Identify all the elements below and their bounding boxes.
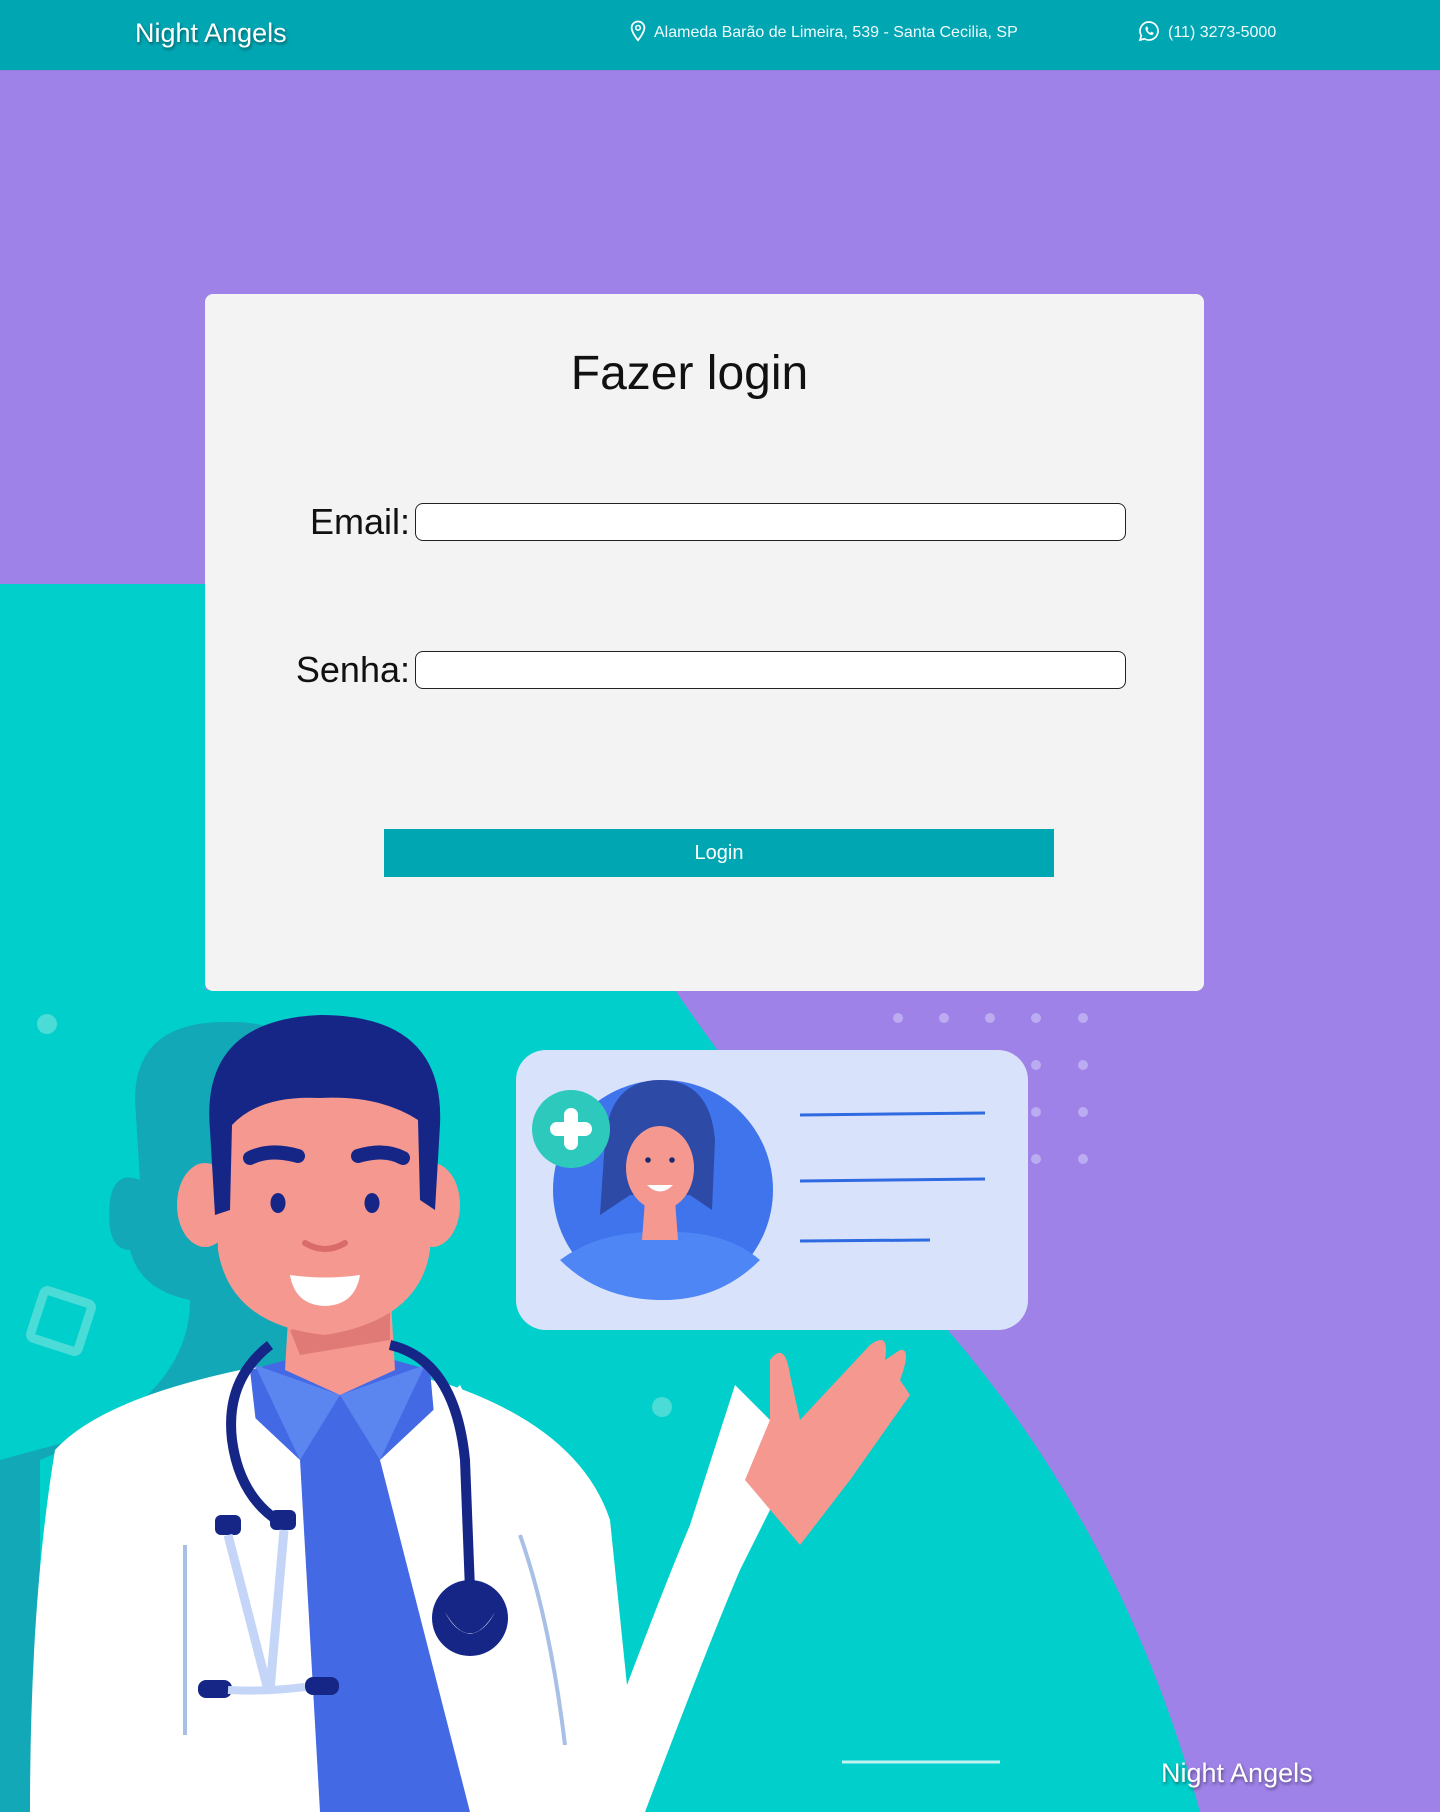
login-card: Fazer login Email: Senha: Login (205, 294, 1204, 991)
location-pin-icon (630, 20, 646, 47)
address-info: Alameda Barão de Limeira, 539 - Santa Ce… (630, 20, 1018, 47)
login-button[interactable]: Login (384, 829, 1054, 877)
top-header: Night Angels Alameda Barão de Limeira, 5… (0, 0, 1440, 70)
phone-text[interactable]: (11) 3273-5000 (1168, 24, 1276, 42)
password-label: Senha: (295, 649, 410, 690)
email-label: Email: (309, 501, 410, 542)
password-field[interactable] (415, 651, 1126, 689)
page-title: Fazer login (570, 347, 809, 400)
footer-brand[interactable]: Night Angels (1161, 1758, 1313, 1789)
whatsapp-icon (1138, 20, 1160, 47)
brand-logo[interactable]: Night Angels (135, 18, 287, 49)
address-text: Alameda Barão de Limeira, 539 - Santa Ce… (654, 24, 1018, 41)
phone-info: (11) 3273-5000 (1138, 20, 1276, 47)
email-field[interactable] (415, 503, 1126, 541)
